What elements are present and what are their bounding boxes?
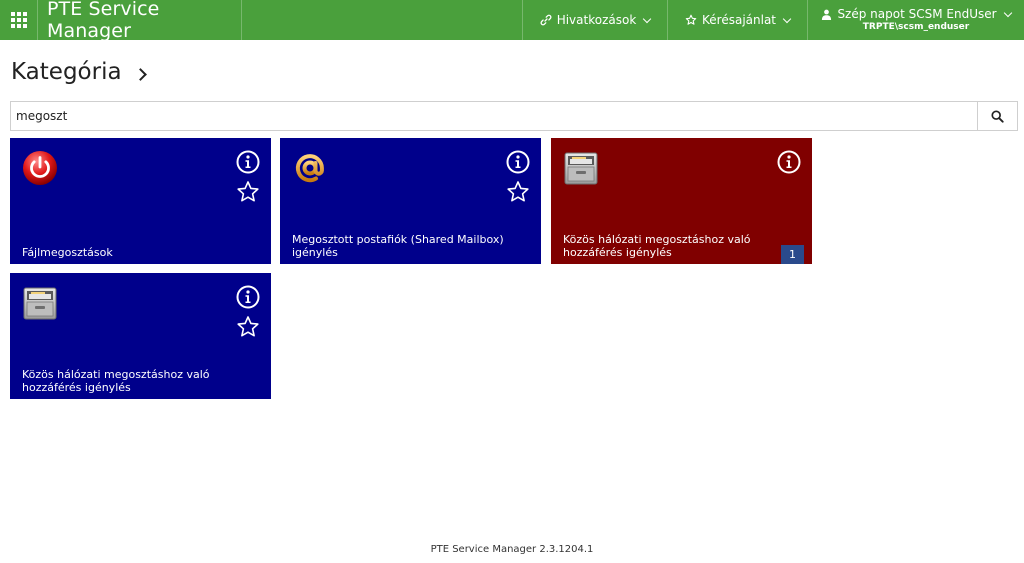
brand-title[interactable]: PTE Service Manager (38, 0, 242, 42)
info-icon[interactable] (506, 150, 530, 174)
star-outline-icon (685, 14, 697, 26)
page-title-text: Kategória (11, 59, 122, 85)
user-menu[interactable]: Szép napot SCSM EndUser TRPTE\scsm_endus… (807, 0, 1024, 40)
tile-shared-mailbox[interactable]: Megosztott postafiók (Shared Mailbox) ig… (280, 138, 541, 264)
chevron-down-icon (1003, 8, 1012, 17)
search-input[interactable] (11, 102, 977, 130)
footer-version: PTE Service Manager 2.3.1204.1 (430, 544, 594, 555)
tile-label: Közös hálózati megosztáshoz való hozzáfé… (563, 233, 751, 259)
tile-label: Fájlmegosztások (22, 245, 113, 259)
info-icon[interactable] (236, 150, 260, 174)
favorite-star-icon[interactable] (236, 315, 260, 339)
tile-network-share-access-red[interactable]: Közös hálózati megosztáshoz való hozzáfé… (551, 138, 812, 264)
user-account: TRPTE\scsm_enduser (862, 21, 970, 32)
page-title: Kategória (11, 59, 147, 85)
user-greeting: Szép napot SCSM EndUser (837, 6, 997, 21)
tile-file-shares[interactable]: Fájlmegosztások (10, 138, 271, 264)
top-bar-spacer (242, 0, 522, 40)
links-menu[interactable]: Hivatkozások (522, 0, 667, 40)
power-icon (22, 150, 58, 186)
chevron-down-icon (782, 14, 792, 23)
search-button[interactable] (977, 102, 1017, 130)
at-sign-icon (292, 150, 328, 186)
info-icon[interactable] (236, 285, 260, 309)
file-cabinet-icon (22, 285, 58, 321)
top-bar: PTE Service Manager Hivatkozások Kérésaj… (0, 0, 1024, 42)
count-badge: 1 (781, 245, 804, 264)
request-offering-menu[interactable]: Kérésajánlat (667, 0, 807, 40)
tile-label: Közös hálózati megosztáshoz való hozzáfé… (22, 368, 210, 394)
links-menu-label: Hivatkozások (556, 13, 637, 27)
grid-icon (10, 12, 27, 28)
favorite-star-icon[interactable] (236, 180, 260, 204)
chevron-right-icon[interactable] (133, 68, 147, 81)
info-icon[interactable] (777, 150, 801, 174)
search-icon (991, 109, 1004, 123)
link-icon (540, 14, 552, 26)
tile-label: Megosztott postafiók (Shared Mailbox) ig… (292, 233, 504, 259)
user-icon (821, 9, 832, 20)
favorite-star-icon[interactable] (506, 180, 530, 204)
user-menu-row: Szép napot SCSM EndUser (821, 6, 1012, 21)
app-launcher-button[interactable] (0, 0, 38, 40)
request-offering-label: Kérésajánlat (702, 13, 776, 27)
chevron-down-icon (643, 14, 652, 23)
search-bar (10, 101, 1018, 131)
tile-network-share-access[interactable]: Közös hálózati megosztáshoz való hozzáfé… (10, 273, 271, 399)
file-cabinet-icon (563, 150, 599, 186)
